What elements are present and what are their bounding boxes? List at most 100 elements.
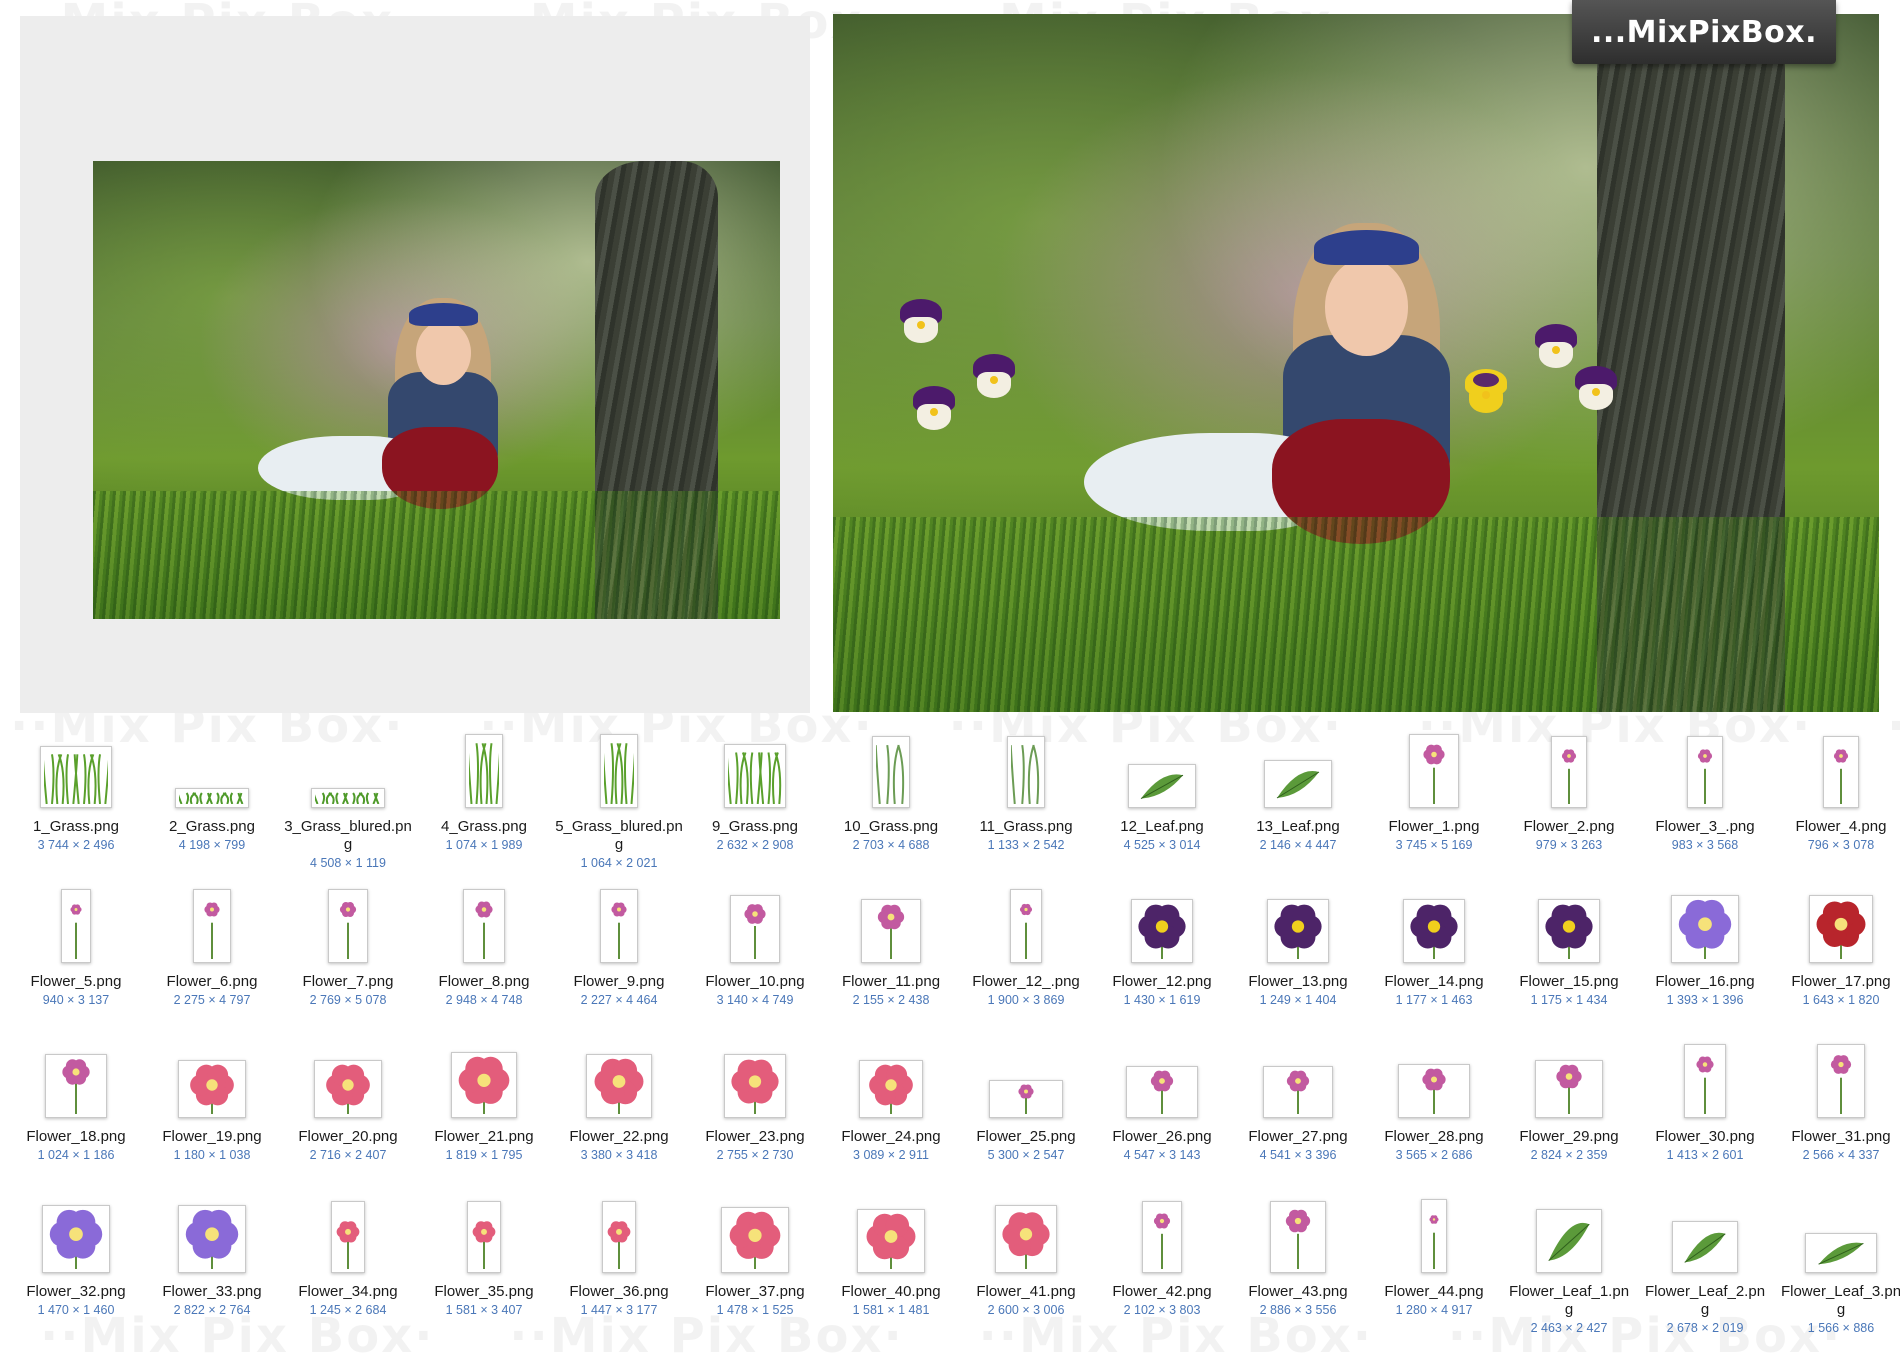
file-item[interactable]: 10_Grass.png 2 703 × 4 688: [823, 730, 959, 853]
file-thumbnail[interactable]: [328, 889, 368, 963]
file-item[interactable]: Flower_12.png 1 430 × 1 619: [1094, 885, 1230, 1008]
file-thumbnail[interactable]: [1270, 1201, 1326, 1273]
file-thumbnail[interactable]: [40, 746, 112, 808]
file-item[interactable]: Flower_34.png 1 245 × 2 684: [280, 1195, 416, 1318]
file-item[interactable]: 9_Grass.png 2 632 × 2 908: [687, 730, 823, 853]
file-thumbnail[interactable]: [465, 734, 503, 808]
file-thumbnail[interactable]: [1535, 1060, 1603, 1118]
file-thumbnail[interactable]: [586, 1054, 652, 1118]
file-thumbnail[interactable]: [721, 1207, 789, 1273]
file-item[interactable]: Flower_2.png 979 × 3 263: [1501, 730, 1637, 853]
file-item[interactable]: Flower_24.png 3 089 × 2 911: [823, 1040, 959, 1163]
file-thumbnail[interactable]: [600, 889, 638, 963]
file-item[interactable]: Flower_31.png 2 566 × 4 337: [1773, 1040, 1900, 1163]
file-item[interactable]: Flower_14.png 1 177 × 1 463: [1366, 885, 1502, 1008]
file-item[interactable]: Flower_22.png 3 380 × 3 418: [551, 1040, 687, 1163]
file-thumbnail[interactable]: [1538, 899, 1600, 963]
file-item[interactable]: Flower_Leaf_3.png 1 566 × 886: [1773, 1195, 1900, 1336]
file-item[interactable]: Flower_43.png 2 886 × 3 556: [1230, 1195, 1366, 1318]
file-item[interactable]: Flower_10.png 3 140 × 4 749: [687, 885, 823, 1008]
file-thumbnail[interactable]: [1817, 1044, 1865, 1118]
file-thumbnail[interactable]: [45, 1054, 107, 1118]
file-item[interactable]: Flower_6.png 2 275 × 4 797: [144, 885, 280, 1008]
file-thumbnail[interactable]: [724, 744, 786, 808]
file-thumbnail[interactable]: [175, 788, 249, 808]
file-thumbnail[interactable]: [861, 899, 921, 963]
file-thumbnail[interactable]: [463, 889, 505, 963]
file-item[interactable]: Flower_7.png 2 769 × 5 078: [280, 885, 416, 1008]
file-thumbnail[interactable]: [1672, 1221, 1738, 1273]
file-thumbnail[interactable]: [1263, 1066, 1333, 1118]
file-thumbnail[interactable]: [1409, 734, 1459, 808]
file-thumbnail[interactable]: [857, 1209, 925, 1273]
file-item[interactable]: Flower_5.png 940 × 3 137: [8, 885, 144, 1008]
file-thumbnail[interactable]: [451, 1052, 517, 1118]
file-item[interactable]: Flower_28.png 3 565 × 2 686: [1366, 1040, 1502, 1163]
file-item[interactable]: 11_Grass.png 1 133 × 2 542: [958, 730, 1094, 853]
file-thumbnail[interactable]: [1142, 1201, 1182, 1273]
file-thumbnail[interactable]: [602, 1201, 636, 1273]
file-item[interactable]: Flower_13.png 1 249 × 1 404: [1230, 885, 1366, 1008]
file-thumbnail[interactable]: [995, 1205, 1057, 1273]
file-thumbnail[interactable]: [1687, 736, 1723, 808]
file-thumbnail[interactable]: [1421, 1199, 1447, 1273]
file-thumbnail[interactable]: [1264, 760, 1332, 808]
file-thumbnail[interactable]: [1010, 889, 1042, 963]
file-thumbnail[interactable]: [1809, 895, 1873, 963]
file-thumbnail[interactable]: [1805, 1233, 1877, 1273]
file-item[interactable]: 1_Grass.png 3 744 × 2 496: [8, 730, 144, 853]
file-thumbnail[interactable]: [1403, 899, 1465, 963]
file-thumbnail[interactable]: [1823, 736, 1859, 808]
file-item[interactable]: Flower_20.png 2 716 × 2 407: [280, 1040, 416, 1163]
file-thumbnail[interactable]: [600, 734, 638, 808]
file-thumbnail[interactable]: [61, 889, 91, 963]
file-item[interactable]: Flower_32.png 1 470 × 1 460: [8, 1195, 144, 1318]
file-item[interactable]: Flower_21.png 1 819 × 1 795: [416, 1040, 552, 1163]
file-item[interactable]: Flower_1.png 3 745 × 5 169: [1366, 730, 1502, 853]
file-thumbnail[interactable]: [178, 1060, 246, 1118]
file-item[interactable]: Flower_35.png 1 581 × 3 407: [416, 1195, 552, 1318]
file-item[interactable]: Flower_3_.png 983 × 3 568: [1637, 730, 1773, 853]
file-item[interactable]: 12_Leaf.png 4 525 × 3 014: [1094, 730, 1230, 853]
file-item[interactable]: Flower_36.png 1 447 × 3 177: [551, 1195, 687, 1318]
file-item[interactable]: Flower_44.png 1 280 × 4 917: [1366, 1195, 1502, 1318]
file-thumbnail[interactable]: [872, 736, 910, 808]
file-item[interactable]: Flower_40.png 1 581 × 1 481: [823, 1195, 959, 1318]
file-thumbnail[interactable]: [467, 1201, 501, 1273]
file-thumbnail[interactable]: [1684, 1044, 1726, 1118]
file-item[interactable]: 3_Grass_blured.png 4 508 × 1 119: [280, 730, 416, 871]
file-item[interactable]: Flower_17.png 1 643 × 1 820: [1773, 885, 1900, 1008]
file-item[interactable]: Flower_30.png 1 413 × 2 601: [1637, 1040, 1773, 1163]
file-item[interactable]: Flower_18.png 1 024 × 1 186: [8, 1040, 144, 1163]
file-item[interactable]: Flower_11.png 2 155 × 2 438: [823, 885, 959, 1008]
file-item[interactable]: 2_Grass.png 4 198 × 799: [144, 730, 280, 853]
file-item[interactable]: 5_Grass_blured.png 1 064 × 2 021: [551, 730, 687, 871]
file-item[interactable]: Flower_37.png 1 478 × 1 525: [687, 1195, 823, 1318]
file-item[interactable]: Flower_9.png 2 227 × 4 464: [551, 885, 687, 1008]
file-thumbnail[interactable]: [42, 1205, 110, 1273]
file-item[interactable]: Flower_8.png 2 948 × 4 748: [416, 885, 552, 1008]
file-item[interactable]: Flower_4.png 796 × 3 078: [1773, 730, 1900, 853]
file-item[interactable]: Flower_12_.png 1 900 × 3 869: [958, 885, 1094, 1008]
file-thumbnail[interactable]: [1126, 1066, 1198, 1118]
file-thumbnail[interactable]: [1128, 764, 1196, 808]
file-item[interactable]: Flower_Leaf_1.png 2 463 × 2 427: [1501, 1195, 1637, 1336]
file-thumbnail[interactable]: [1398, 1064, 1470, 1118]
file-item[interactable]: Flower_42.png 2 102 × 3 803: [1094, 1195, 1230, 1318]
file-item[interactable]: Flower_15.png 1 175 × 1 434: [1501, 885, 1637, 1008]
file-item[interactable]: Flower_27.png 4 541 × 3 396: [1230, 1040, 1366, 1163]
file-thumbnail[interactable]: [314, 1060, 382, 1118]
file-thumbnail[interactable]: [989, 1080, 1063, 1118]
file-item[interactable]: Flower_25.png 5 300 × 2 547: [958, 1040, 1094, 1163]
file-item[interactable]: 13_Leaf.png 2 146 × 4 447: [1230, 730, 1366, 853]
file-thumbnail[interactable]: [730, 895, 780, 963]
file-thumbnail[interactable]: [859, 1060, 923, 1118]
file-thumbnail[interactable]: [1007, 736, 1045, 808]
file-item[interactable]: Flower_26.png 4 547 × 3 143: [1094, 1040, 1230, 1163]
file-thumbnail[interactable]: [311, 788, 385, 808]
file-thumbnail[interactable]: [178, 1205, 246, 1273]
file-thumbnail[interactable]: [1671, 895, 1739, 963]
file-thumbnail[interactable]: [1536, 1209, 1602, 1273]
file-thumbnail[interactable]: [724, 1054, 786, 1118]
file-item[interactable]: Flower_33.png 2 822 × 2 764: [144, 1195, 280, 1318]
